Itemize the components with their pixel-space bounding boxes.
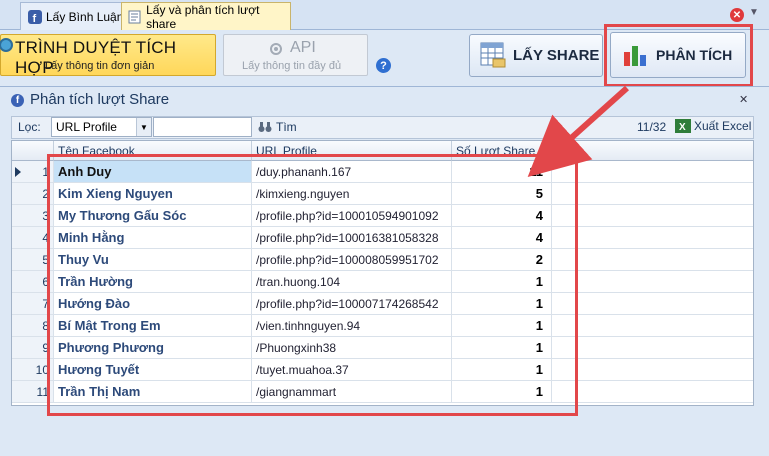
api-mode-button[interactable]: API Lấy thông tin đầy đủ bbox=[223, 34, 368, 76]
panel-close-icon[interactable]: ✕ bbox=[739, 93, 748, 106]
chevron-down-icon[interactable]: ▼ bbox=[136, 118, 151, 136]
search-button[interactable]: Tìm bbox=[258, 120, 297, 134]
empty-cell bbox=[552, 205, 753, 227]
empty-cell bbox=[552, 183, 753, 205]
filter-select[interactable]: URL Profile ▼ bbox=[51, 117, 152, 137]
tab-lay-binh-luan[interactable]: f Lấy Bình Luận bbox=[20, 2, 131, 30]
api-subtitle: Lấy thông tin đầy đủ bbox=[242, 60, 342, 72]
empty-cell bbox=[552, 161, 753, 183]
spreadsheet-icon bbox=[480, 42, 506, 68]
export-excel-button[interactable]: X Xuất Excel bbox=[675, 119, 751, 133]
tab-lay-va-phan-tich-share[interactable]: Lấy và phân tích lượt share bbox=[121, 2, 291, 31]
filter-input[interactable] bbox=[153, 117, 252, 137]
facebook-icon: f bbox=[27, 9, 42, 24]
gear-icon bbox=[0, 38, 13, 52]
filter-select-value: URL Profile bbox=[56, 120, 117, 134]
share-doc-icon bbox=[128, 9, 142, 24]
empty-cell bbox=[552, 271, 753, 293]
empty-cell bbox=[552, 227, 753, 249]
browser-mode-title: TRÌNH DUYỆT TÍCH HỢP bbox=[15, 38, 177, 77]
browser-mode-subtitle: Lấy thông tin đơn giản bbox=[45, 60, 155, 72]
api-title: API bbox=[290, 39, 316, 56]
column-header-empty bbox=[552, 141, 753, 161]
panel-title: Phân tích lượt Share bbox=[30, 91, 170, 108]
row-selector-icon bbox=[15, 167, 21, 177]
api-icon bbox=[270, 43, 282, 55]
svg-text:X: X bbox=[679, 122, 686, 133]
export-label: Xuất Excel bbox=[694, 119, 752, 133]
filter-label: Lọc: bbox=[18, 120, 41, 134]
search-label: Tìm bbox=[276, 120, 297, 134]
svg-text:f: f bbox=[32, 13, 36, 24]
close-icon[interactable]: ✕ bbox=[730, 8, 744, 22]
tab-label: Lấy và phân tích lượt share bbox=[146, 2, 260, 31]
binoculars-icon bbox=[258, 122, 272, 132]
highlight-box-table bbox=[47, 154, 578, 416]
facebook-icon: f bbox=[11, 94, 24, 107]
empty-cell bbox=[552, 249, 753, 271]
chevron-down-icon[interactable]: ▼ bbox=[749, 7, 759, 18]
get-share-button[interactable]: LẤY SHARE bbox=[469, 34, 603, 77]
get-share-label: LẤY SHARE bbox=[513, 47, 600, 64]
help-icon[interactable]: ? bbox=[376, 58, 391, 73]
empty-cell bbox=[552, 359, 753, 381]
empty-cell bbox=[552, 293, 753, 315]
excel-icon: X bbox=[675, 119, 691, 133]
highlight-box-analyze bbox=[604, 24, 753, 87]
tab-label: Lấy Bình Luận bbox=[46, 9, 124, 24]
empty-cell bbox=[552, 381, 753, 403]
empty-cell bbox=[552, 315, 753, 337]
pager-count: 11/32 bbox=[637, 120, 667, 134]
browser-mode-button[interactable]: TRÌNH DUYỆT TÍCH HỢP Lấy thông tin đơn g… bbox=[0, 34, 216, 77]
empty-cell bbox=[552, 337, 753, 359]
